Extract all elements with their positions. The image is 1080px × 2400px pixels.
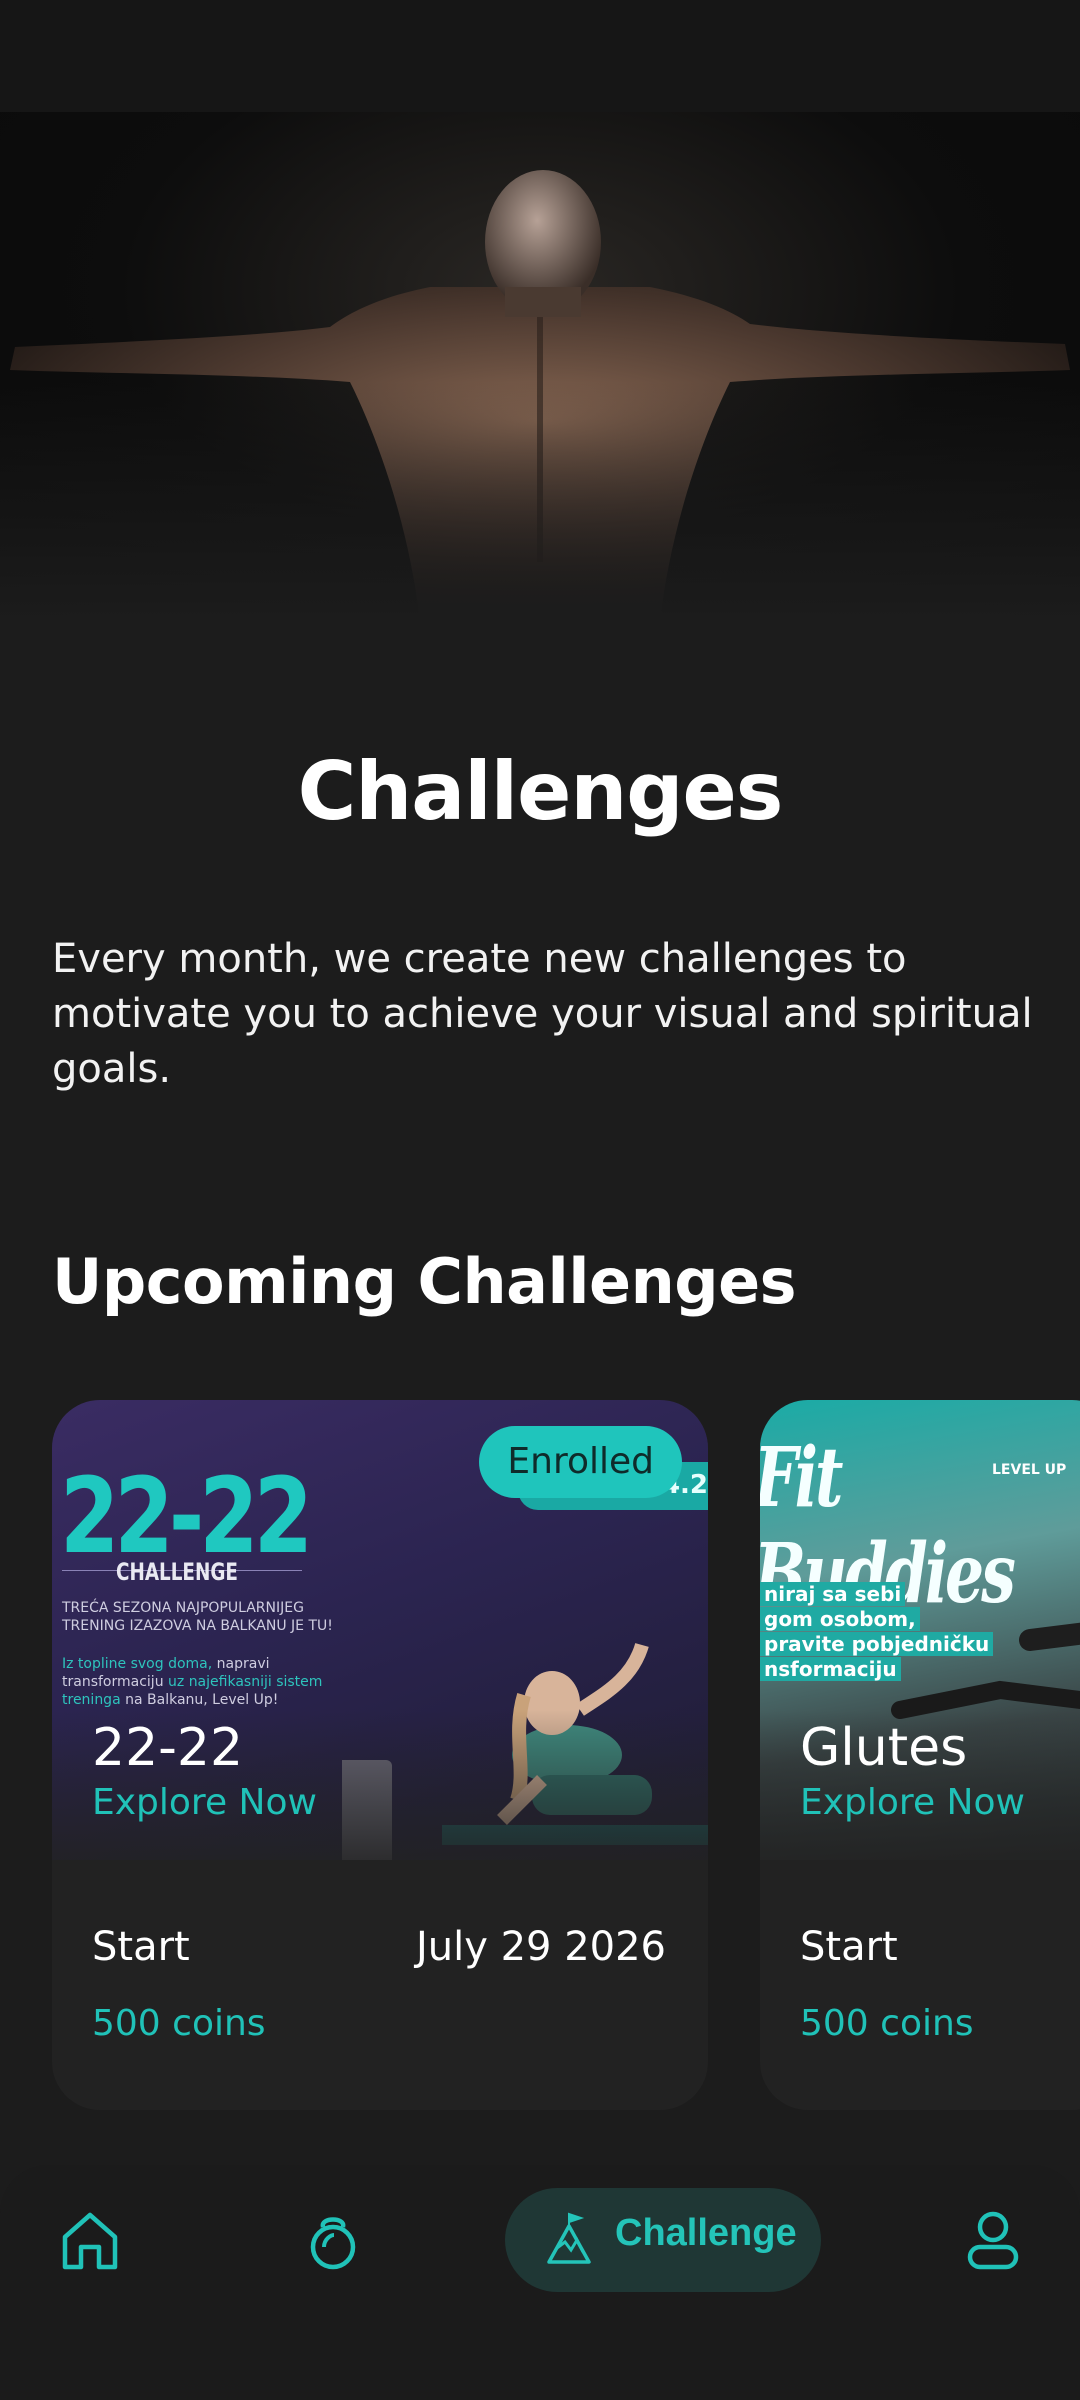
poster-text: TRENING IZAZOVA NA BALKANU JE TU! xyxy=(62,1618,333,1634)
workout-illustration xyxy=(891,1622,1080,1719)
athlete-plank-illustration xyxy=(342,1642,708,1860)
poster-subtitle: CHALLENGE xyxy=(116,1558,238,1586)
start-label: Start xyxy=(800,1924,898,1970)
price-coins: 500 coins xyxy=(92,2003,266,2044)
challenge-info: Start July 29 2026 500 coins xyxy=(52,1860,708,2110)
challenge-name: 22-22 xyxy=(92,1718,244,1778)
athlete-back-illustration xyxy=(10,170,1070,622)
challenge-info: Start 500 coins xyxy=(760,1860,1080,2110)
challenge-poster: Fit Buddies LEVEL UP niraj sa sebi gom o… xyxy=(760,1400,1080,1860)
nav-challenge-tab[interactable]: Challenge xyxy=(505,2188,821,2292)
explore-now-link[interactable]: Explore Now xyxy=(92,1782,317,1823)
challenge-card[interactable]: 22-22 CHALLENGE TREĆA SEZONA NAJPOPULARN… xyxy=(52,1400,708,2110)
challenge-flag-icon xyxy=(547,2212,591,2264)
start-date: July 29 2026 xyxy=(415,1924,666,1970)
page-title: Challenges xyxy=(297,745,784,838)
profile-icon[interactable] xyxy=(958,2205,1028,2275)
kettlebell-icon[interactable] xyxy=(298,2205,368,2275)
page-description: Every month, we create new challenges to… xyxy=(52,936,1033,1092)
poster-text: treninga na Balkanu, Level Up! xyxy=(62,1692,279,1708)
challenge-poster: 22-22 CHALLENGE TREĆA SEZONA NAJPOPULARN… xyxy=(52,1400,708,1860)
poster-text: transformaciju uz najefikasniji sistem xyxy=(62,1674,323,1690)
poster-text: Iz topline svog doma, napravi xyxy=(62,1656,270,1672)
poster-level: LEVEL UP xyxy=(992,1462,1067,1478)
start-label: Start xyxy=(92,1924,190,1970)
challenge-card[interactable]: Fit Buddies LEVEL UP niraj sa sebi gom o… xyxy=(760,1400,1080,2110)
status-bar xyxy=(0,0,1080,112)
price-coins: 500 coins xyxy=(800,2003,974,2044)
poster-text: TREĆA SEZONA NAJPOPULARNIJEG xyxy=(62,1600,304,1616)
nav-challenge-label: Challenge xyxy=(615,2212,797,2254)
home-icon[interactable] xyxy=(55,2205,125,2275)
hero-image xyxy=(0,112,1080,622)
upcoming-challenges-title: Upcoming Challenges xyxy=(52,1245,797,1318)
challenge-name: Glutes xyxy=(800,1718,968,1778)
enrolled-badge: Enrolled xyxy=(479,1426,682,1498)
explore-now-link[interactable]: Explore Now xyxy=(800,1782,1025,1823)
